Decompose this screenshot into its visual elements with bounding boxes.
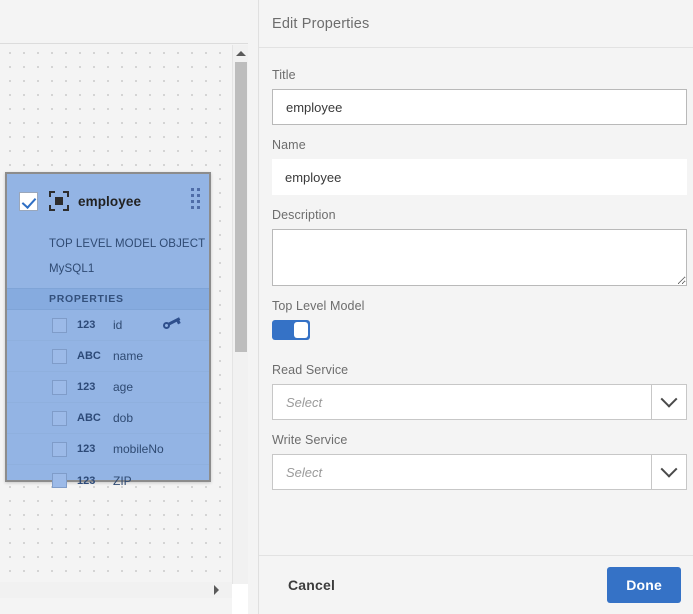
chevron-down-icon — [660, 460, 678, 478]
field-read-service: Read Service Select — [272, 363, 687, 420]
done-button[interactable]: Done — [607, 567, 681, 603]
read-service-select[interactable]: Select — [272, 384, 687, 420]
title-label: Title — [272, 68, 296, 82]
panel-form: Title Name Description Top Level Model R… — [259, 49, 693, 555]
chevron-down-icon — [660, 390, 678, 408]
property-label: age — [113, 380, 134, 394]
primary-key-icon — [163, 317, 181, 331]
description-textarea[interactable] — [272, 229, 687, 286]
page-title: Edit Properties — [272, 15, 370, 32]
panel-header: Edit Properties — [259, 0, 693, 48]
property-row[interactable]: 123 id — [7, 310, 209, 341]
property-checkbox[interactable] — [52, 473, 67, 488]
vertical-scroll-thumb[interactable] — [235, 62, 247, 352]
model-card-title-row: employee — [7, 174, 209, 218]
toggle-knob — [294, 322, 308, 338]
property-type: 123 — [77, 381, 96, 393]
property-checkbox[interactable] — [52, 379, 67, 395]
canvas-toolbar-strip — [0, 0, 248, 44]
top-level-model-label: Top Level Model — [272, 299, 365, 313]
property-label: id — [113, 318, 123, 332]
property-checkbox[interactable] — [52, 348, 67, 364]
properties-section-label: PROPERTIES — [49, 293, 124, 305]
property-checkbox[interactable] — [52, 410, 67, 426]
model-canvas-pane: employee TOP LEVEL MODEL OBJECT MySQL1 P… — [0, 0, 258, 614]
property-row[interactable]: ABC dob — [7, 403, 209, 434]
property-type: ABC — [77, 412, 101, 424]
title-input[interactable] — [272, 89, 687, 125]
write-service-label: Write Service — [272, 433, 348, 447]
model-card-name: employee — [78, 193, 142, 209]
field-top-level-model: Top Level Model — [272, 299, 686, 340]
name-input[interactable] — [272, 159, 687, 195]
property-row[interactable]: ABC name — [7, 341, 209, 372]
property-row[interactable]: 123 mobileNo — [7, 434, 209, 465]
property-label: ZIP — [113, 473, 132, 488]
model-card-header: employee — [7, 174, 209, 232]
property-row[interactable]: 123 age — [7, 372, 209, 403]
property-label: name — [113, 349, 144, 363]
top-level-model-toggle[interactable] — [272, 320, 310, 340]
property-type: ABC — [77, 350, 101, 362]
drag-handle-icon[interactable] — [191, 188, 200, 210]
model-select-checkbox[interactable] — [19, 191, 38, 211]
property-type: 123 — [77, 443, 96, 455]
write-service-value[interactable]: Select — [272, 454, 651, 490]
property-checkbox[interactable] — [52, 441, 67, 457]
field-name: Name — [272, 138, 687, 195]
model-card-subtitle-source: MySQL1 — [49, 263, 95, 275]
panel-footer: Cancel Done — [259, 555, 693, 614]
name-label: Name — [272, 138, 306, 152]
field-description: Description — [272, 208, 687, 286]
property-row[interactable]: 123 ZIP — [7, 465, 209, 496]
canvas-vertical-scrollbar[interactable] — [232, 45, 248, 598]
edit-properties-panel: Edit Properties Title Name Description T… — [258, 0, 693, 614]
property-type: 123 — [77, 474, 96, 487]
write-service-select[interactable]: Select — [272, 454, 687, 490]
read-service-label: Read Service — [272, 363, 349, 377]
properties-section-header: PROPERTIES — [7, 288, 209, 310]
cancel-button[interactable]: Cancel — [284, 571, 339, 599]
write-service-dropdown-button[interactable] — [651, 454, 687, 490]
model-card-employee[interactable]: employee TOP LEVEL MODEL OBJECT MySQL1 P… — [5, 172, 211, 488]
property-checkbox[interactable] — [52, 317, 67, 333]
scrollbar-corner — [232, 584, 248, 614]
field-title: Title — [272, 68, 687, 125]
property-label: mobileNo — [113, 442, 164, 456]
edit-properties-screen: employee TOP LEVEL MODEL OBJECT MySQL1 P… — [0, 0, 693, 614]
model-card-subtitle-type: TOP LEVEL MODEL OBJECT — [49, 238, 206, 250]
canvas-grid[interactable]: employee TOP LEVEL MODEL OBJECT MySQL1 P… — [0, 45, 232, 598]
read-service-dropdown-button[interactable] — [651, 384, 687, 420]
scroll-right-arrow-icon[interactable] — [208, 582, 224, 598]
description-label: Description — [272, 208, 336, 222]
scroll-up-arrow-icon[interactable] — [233, 45, 248, 61]
property-label: dob — [113, 411, 134, 425]
read-service-value[interactable]: Select — [272, 384, 651, 420]
canvas-horizontal-scrollbar[interactable] — [0, 582, 232, 598]
field-write-service: Write Service Select — [272, 433, 687, 490]
model-object-icon — [49, 191, 69, 211]
property-type: 123 — [77, 319, 96, 331]
